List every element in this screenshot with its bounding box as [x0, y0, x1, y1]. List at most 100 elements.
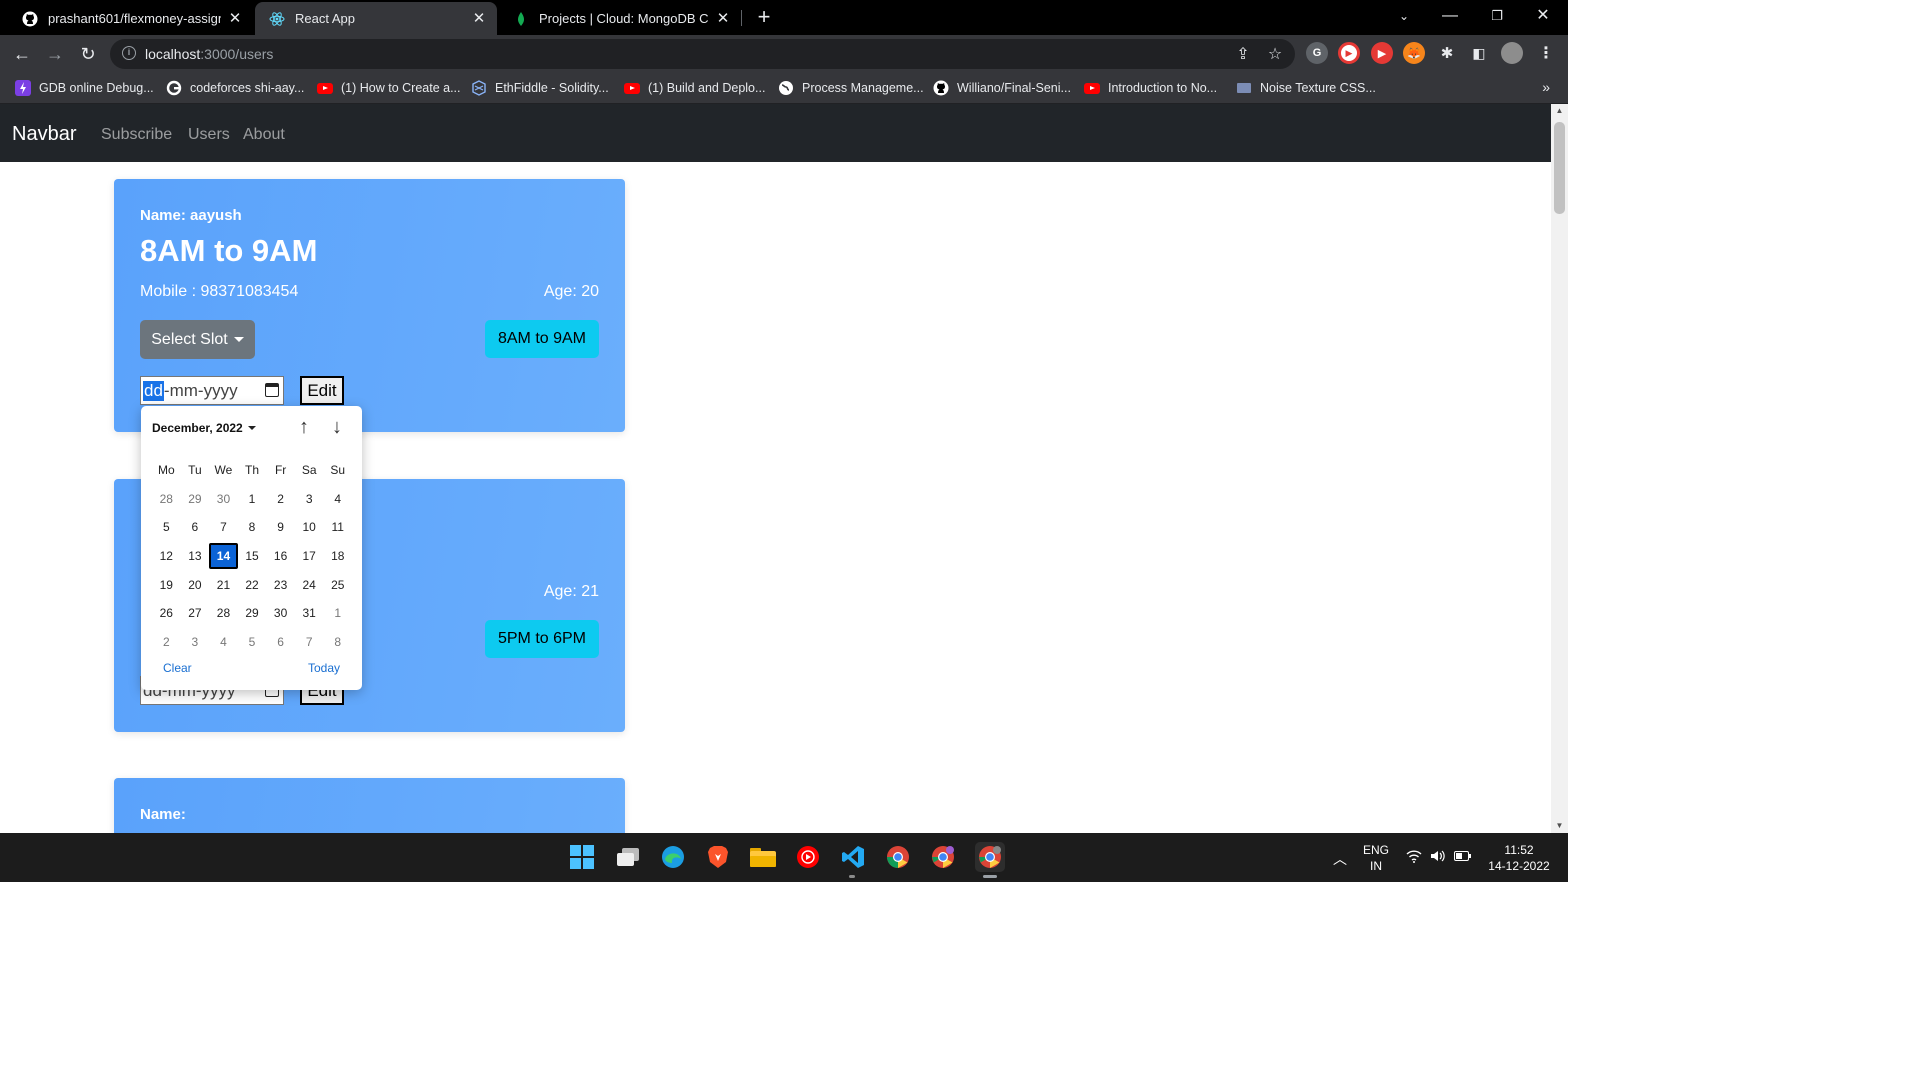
- wifi-icon[interactable]: [1406, 849, 1422, 866]
- calendar-day[interactable]: 8: [323, 635, 352, 649]
- info-icon[interactable]: i: [122, 46, 136, 60]
- task-view-icon[interactable]: [615, 844, 641, 870]
- close-icon[interactable]: ✕: [471, 10, 487, 27]
- volume-icon[interactable]: [1430, 849, 1446, 866]
- calendar-day[interactable]: 7: [295, 635, 324, 649]
- slot-badge[interactable]: 8AM to 9AM: [484, 320, 599, 358]
- bookmark-item[interactable]: Noise Texture CSS...: [1236, 78, 1376, 98]
- input-language[interactable]: ENG IN: [1362, 842, 1390, 874]
- slot-badge[interactable]: 5PM to 6PM: [484, 620, 599, 658]
- bookmarks-overflow-icon[interactable]: »: [1542, 79, 1550, 95]
- nav-link-users[interactable]: Users: [188, 126, 230, 144]
- calendar-day[interactable]: 18: [323, 549, 352, 563]
- today-button[interactable]: Today: [308, 661, 340, 675]
- bookmark-item[interactable]: Williano/Final-Seni...: [933, 78, 1071, 98]
- clock[interactable]: 11:52 14-12-2022: [1484, 842, 1554, 874]
- calendar-day[interactable]: 30: [266, 606, 295, 620]
- edge-icon[interactable]: [660, 844, 686, 870]
- calendar-day[interactable]: 3: [295, 492, 324, 506]
- calendar-day[interactable]: 2: [266, 492, 295, 506]
- close-icon[interactable]: ✕: [227, 10, 243, 27]
- tray-overflow-chevron-icon[interactable]: ︿: [1333, 849, 1347, 869]
- side-panel-icon[interactable]: ◧: [1468, 42, 1490, 64]
- page-scrollbar[interactable]: ▲ ▼: [1551, 104, 1568, 833]
- forward-icon[interactable]: →: [42, 41, 68, 67]
- next-month-arrow-icon[interactable]: ↓: [326, 416, 348, 438]
- calendar-day[interactable]: 9: [266, 520, 295, 534]
- calendar-day[interactable]: 1: [323, 606, 352, 620]
- calendar-day[interactable]: 2: [152, 635, 181, 649]
- select-slot-dropdown[interactable]: Select Slot: [140, 320, 255, 359]
- youtube-music-icon[interactable]: [795, 844, 821, 870]
- calendar-day[interactable]: 16: [266, 549, 295, 563]
- clear-date-button[interactable]: Clear: [163, 661, 192, 675]
- calendar-day[interactable]: 1: [238, 492, 267, 506]
- tab-react-app[interactable]: React App ✕: [255, 2, 497, 35]
- previous-month-arrow-icon[interactable]: ↑: [293, 416, 315, 438]
- brave-icon[interactable]: [705, 844, 731, 870]
- bookmark-item[interactable]: EthFiddle - Solidity...: [471, 78, 609, 98]
- window-close-icon[interactable]: ✕: [1531, 5, 1555, 27]
- nav-link-about[interactable]: About: [243, 126, 285, 144]
- calendar-day[interactable]: 29: [181, 492, 210, 506]
- calendar-day-selected[interactable]: 14: [209, 543, 238, 570]
- close-icon[interactable]: ✕: [715, 10, 731, 27]
- minimize-icon[interactable]: —: [1438, 5, 1462, 27]
- calendar-day[interactable]: 12: [152, 549, 181, 563]
- calendar-day[interactable]: 28: [209, 606, 238, 620]
- calendar-day[interactable]: 10: [295, 520, 324, 534]
- calendar-day[interactable]: 6: [181, 520, 210, 534]
- calendar-day[interactable]: 5: [238, 635, 267, 649]
- calendar-day[interactable]: 21: [209, 578, 238, 592]
- date-rest-segment[interactable]: -mm-yyyy: [164, 381, 238, 401]
- nav-link-subscribe[interactable]: Subscribe: [101, 126, 172, 144]
- calendar-day[interactable]: 22: [238, 578, 267, 592]
- edit-button[interactable]: Edit: [300, 376, 344, 405]
- share-icon[interactable]: ⇪: [1233, 45, 1253, 65]
- profile-avatar[interactable]: [1501, 42, 1523, 64]
- bookmark-item[interactable]: Process Manageme...: [778, 78, 924, 98]
- calendar-day[interactable]: 24: [295, 578, 324, 592]
- calendar-day[interactable]: 29: [238, 606, 267, 620]
- chrome-icon[interactable]: [885, 844, 911, 870]
- battery-icon[interactable]: [1454, 849, 1472, 865]
- file-explorer-icon[interactable]: [750, 844, 776, 870]
- bookmark-item[interactable]: GDB online Debug...: [15, 78, 154, 98]
- calendar-icon[interactable]: [265, 383, 279, 397]
- calendar-day[interactable]: 28: [152, 492, 181, 506]
- bookmark-star-icon[interactable]: ☆: [1265, 45, 1285, 65]
- calendar-day[interactable]: 25: [323, 578, 352, 592]
- video-extension-icon[interactable]: ▶: [1338, 42, 1360, 64]
- new-tab-icon[interactable]: +: [754, 6, 774, 28]
- calendar-day[interactable]: 4: [209, 635, 238, 649]
- calendar-day[interactable]: 8: [238, 520, 267, 534]
- metamask-icon[interactable]: 🦊: [1403, 42, 1425, 64]
- scroll-up-icon[interactable]: ▲: [1551, 104, 1568, 118]
- calendar-day[interactable]: 4: [323, 492, 352, 506]
- address-bar[interactable]: i localhost:3000/users ⇪ ☆: [110, 39, 1295, 69]
- vscode-icon[interactable]: [840, 844, 866, 870]
- tab-github[interactable]: prashant601/flexmoney-assignm ✕: [8, 2, 253, 35]
- calendar-day[interactable]: 30: [209, 492, 238, 506]
- calendar-day[interactable]: 19: [152, 578, 181, 592]
- chrome-profile-icon[interactable]: [930, 844, 956, 870]
- tab-mongodb[interactable]: Projects | Cloud: MongoDB Cloud ✕: [499, 2, 741, 35]
- youtube-extension-icon[interactable]: ▶: [1371, 42, 1393, 64]
- calendar-day[interactable]: 27: [181, 606, 210, 620]
- calendar-day[interactable]: 17: [295, 549, 324, 563]
- bookmark-item[interactable]: (1) How to Create a...: [317, 78, 461, 98]
- bookmark-item[interactable]: codeforces shi-aay...: [166, 78, 304, 98]
- calendar-day[interactable]: 26: [152, 606, 181, 620]
- date-day-segment[interactable]: dd: [143, 380, 164, 401]
- reload-icon[interactable]: ↻: [75, 41, 101, 67]
- scroll-thumb[interactable]: [1554, 122, 1565, 214]
- calendar-day[interactable]: 13: [181, 549, 210, 563]
- back-icon[interactable]: ←: [9, 41, 35, 67]
- calendar-day[interactable]: 15: [238, 549, 267, 563]
- calendar-day[interactable]: 23: [266, 578, 295, 592]
- tab-search-icon[interactable]: ⌄: [1392, 5, 1416, 27]
- navbar-brand[interactable]: Navbar: [12, 123, 76, 146]
- scroll-down-icon[interactable]: ▼: [1551, 819, 1568, 833]
- calendar-day[interactable]: 3: [181, 635, 210, 649]
- grammarly-icon[interactable]: G: [1306, 42, 1328, 64]
